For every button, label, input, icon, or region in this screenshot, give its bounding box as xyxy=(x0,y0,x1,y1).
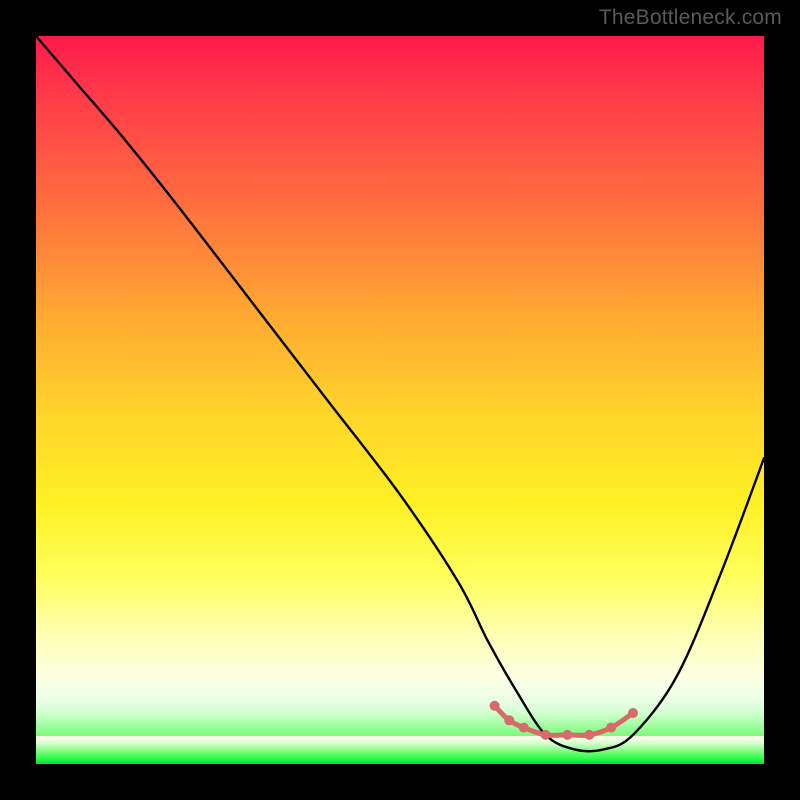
marker-dot xyxy=(562,730,572,740)
attribution-text: TheBottleneck.com xyxy=(599,6,782,30)
marker-dot xyxy=(628,708,638,718)
marker-dot xyxy=(504,715,514,725)
marker-dot xyxy=(490,701,500,711)
marker-dot xyxy=(519,723,529,733)
chart-svg xyxy=(36,36,764,764)
marker-dot xyxy=(541,730,551,740)
sweet-spot-markers xyxy=(490,701,638,740)
plot-area xyxy=(36,36,764,764)
chart-frame: TheBottleneck.com xyxy=(0,0,800,800)
bottleneck-curve xyxy=(36,36,764,751)
marker-dot xyxy=(584,730,594,740)
marker-dot xyxy=(606,723,616,733)
